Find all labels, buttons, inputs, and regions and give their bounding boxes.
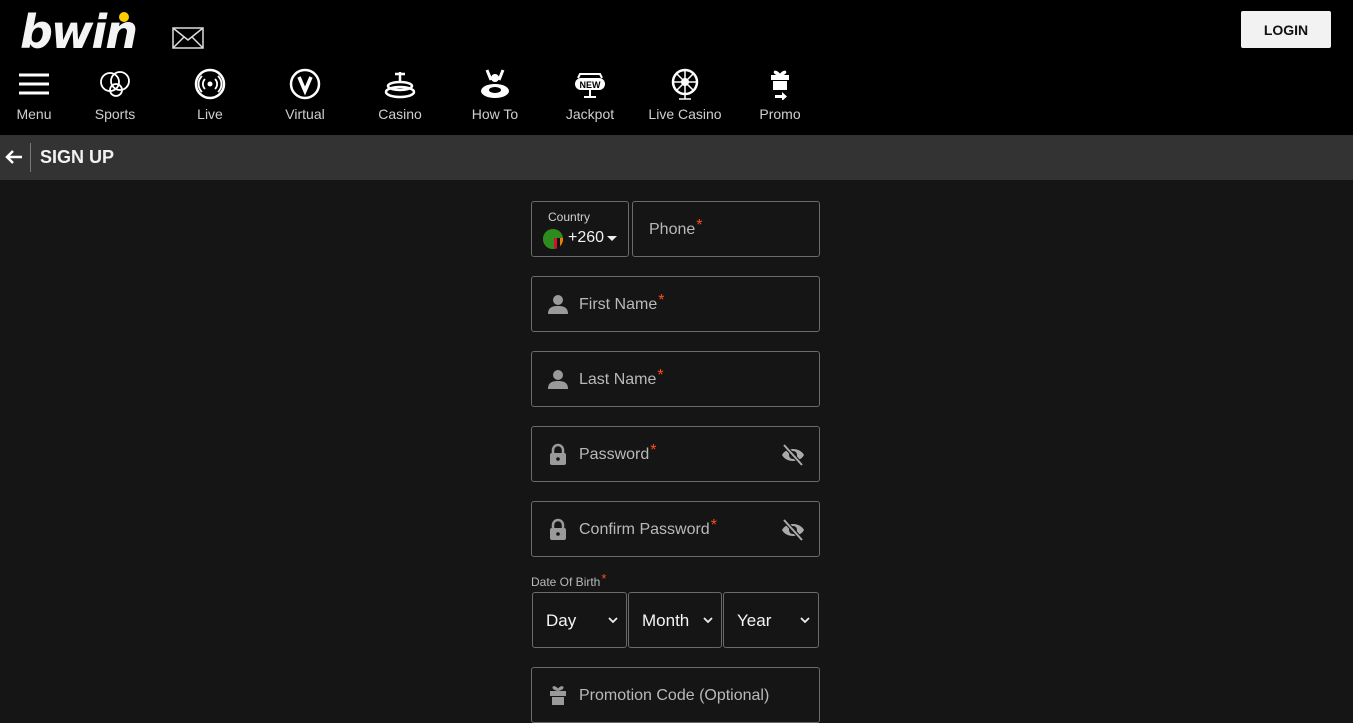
- lock-icon: [550, 443, 566, 465]
- required-mark: *: [696, 217, 703, 234]
- bwin-logo[interactable]: bwin: [20, 8, 145, 56]
- how-to-icon: [481, 69, 509, 98]
- password-label: Password*: [579, 442, 656, 464]
- nav-label: Live: [197, 106, 223, 122]
- jackpot-icon: NEW: [575, 73, 605, 98]
- sports-icon: [100, 71, 130, 97]
- chevron-down-icon: [800, 617, 810, 624]
- promo-code-label: Promotion Code (Optional): [579, 687, 770, 704]
- eye-slash-icon[interactable]: [781, 519, 805, 541]
- phone-label-text: Phone: [649, 221, 696, 238]
- page-title: SIGN UP: [40, 147, 115, 167]
- first-name-input[interactable]: First Name*: [531, 276, 820, 332]
- top-header: bwin LOGIN Menu Sports Live Virtual Casi…: [0, 0, 1353, 135]
- nav-label: How To: [471, 106, 519, 122]
- last-name-label-text: Last Name: [579, 371, 657, 388]
- mail-icon[interactable]: [172, 27, 204, 49]
- nav-item-promo[interactable]: Promo: [735, 66, 825, 126]
- nav-label: Sports: [94, 106, 136, 122]
- page-subbar: SIGN UP: [0, 135, 1353, 180]
- dob-label-text: Date Of Birth: [531, 575, 601, 589]
- day-select-value: Day: [546, 611, 577, 630]
- confirm-password-input[interactable]: Confirm Password*: [531, 501, 820, 557]
- user-icon: [548, 295, 568, 314]
- live-icon: [194, 68, 226, 100]
- year-select[interactable]: Year: [723, 592, 819, 648]
- password-label-text: Password: [579, 446, 650, 463]
- country-code: +260: [568, 229, 605, 246]
- required-mark: *: [650, 442, 657, 459]
- last-name-label: Last Name*: [579, 367, 664, 389]
- casino-icon: [384, 72, 416, 99]
- chevron-down-icon: [608, 617, 618, 624]
- phone-label: Phone*: [649, 217, 703, 239]
- nav-item-sports[interactable]: Sports: [70, 66, 160, 126]
- nav-item-menu[interactable]: Menu: [0, 66, 79, 126]
- live-casino-icon: [671, 68, 699, 100]
- required-mark: *: [710, 517, 717, 534]
- nav-item-live-casino[interactable]: Live Casino: [640, 66, 730, 126]
- eye-slash-icon[interactable]: [781, 444, 805, 466]
- last-name-input[interactable]: Last Name*: [531, 351, 820, 407]
- promo-code-input[interactable]: Promotion Code (Optional): [531, 667, 820, 723]
- confirm-password-label: Confirm Password*: [579, 517, 717, 539]
- nav-item-jackpot[interactable]: NEW Jackpot: [545, 66, 635, 126]
- virtual-icon: [289, 68, 321, 100]
- nav-item-virtual[interactable]: Virtual: [260, 66, 350, 126]
- password-input[interactable]: Password*: [531, 426, 820, 482]
- chevron-down-icon: [703, 617, 713, 624]
- zambia-flag-icon: [543, 229, 563, 249]
- promo-icon: [771, 70, 789, 100]
- first-name-label-text: First Name: [579, 296, 658, 313]
- nav-item-how-to[interactable]: How To: [450, 66, 540, 126]
- required-mark: *: [658, 292, 665, 309]
- gift-icon: [550, 686, 566, 705]
- login-button[interactable]: LOGIN: [1241, 11, 1331, 48]
- nav-label: Virtual: [285, 106, 325, 122]
- required-mark: *: [657, 367, 664, 384]
- nav-item-live[interactable]: Live: [165, 66, 255, 126]
- dob-label: Date Of Birth*: [531, 571, 607, 589]
- year-select-value: Year: [737, 611, 772, 630]
- back-arrow-icon[interactable]: [4, 147, 24, 167]
- month-select-value: Month: [642, 611, 690, 630]
- day-select[interactable]: Day: [532, 592, 627, 648]
- lock-icon: [550, 518, 566, 540]
- nav-label: Promo: [759, 106, 801, 122]
- nav-label: Jackpot: [565, 106, 615, 122]
- menu-icon: [19, 73, 49, 95]
- nav-item-casino[interactable]: Casino: [355, 66, 445, 126]
- phone-input[interactable]: Phone*: [632, 201, 820, 257]
- first-name-label: First Name*: [579, 292, 664, 314]
- country-label: Country: [548, 210, 591, 224]
- nav-label: Casino: [378, 106, 422, 122]
- nav-label: Menu: [16, 106, 52, 122]
- user-icon: [548, 370, 568, 389]
- month-select[interactable]: Month: [628, 592, 722, 648]
- caret-down-icon: [607, 236, 617, 241]
- country-code-select[interactable]: Country +260: [531, 201, 629, 257]
- svg-text:NEW: NEW: [580, 80, 602, 90]
- confirm-password-label-text: Confirm Password: [579, 521, 710, 538]
- required-mark: *: [601, 571, 607, 586]
- divider: [30, 143, 31, 172]
- nav-label: Live Casino: [648, 106, 722, 122]
- logo-dot: [119, 12, 129, 22]
